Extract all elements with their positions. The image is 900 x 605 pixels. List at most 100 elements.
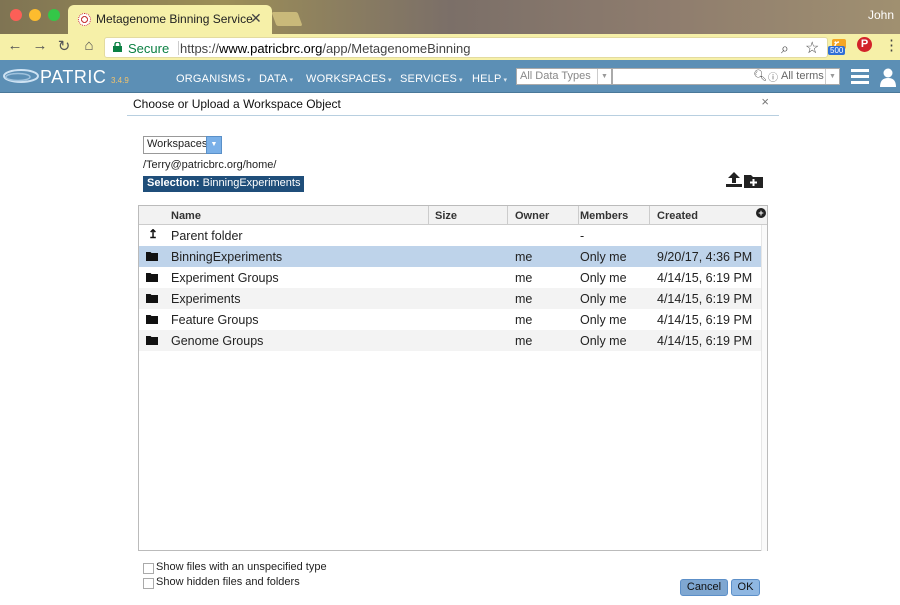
browser-tab[interactable]: Metagenome Binning Service ✕ — [68, 5, 272, 34]
chevron-down-icon: ▾ — [247, 77, 251, 84]
upload-icon[interactable] — [725, 171, 743, 188]
column-divider[interactable] — [578, 206, 579, 225]
nav-organisms[interactable]: ORGANISMS ▾ — [176, 73, 251, 85]
nav-workspaces-label: WORKSPACES — [306, 73, 387, 85]
help-circle-icon[interactable]: ⓘ — [768, 69, 778, 84]
reload-icon[interactable]: ↻ — [55, 37, 73, 55]
browser-menu-icon[interactable]: ⋮ — [884, 36, 899, 54]
nav-services-label: SERVICES — [400, 73, 458, 85]
extension-badge: 500 — [828, 46, 846, 55]
window-minimize-button[interactable] — [29, 9, 41, 21]
site-navbar: PATRIC 3.4.9 ORGANISMS ▾ DATA ▾ WORKSPACES… — [0, 60, 900, 93]
tab-title: Metagenome Binning Service — [96, 12, 253, 26]
workspace-path[interactable]: /Terry@patricbrc.org/home/ — [143, 159, 276, 171]
parent-folder-row[interactable]: ↥ Parent folder - — [139, 225, 761, 246]
search-icon[interactable]: 🔍︎ — [753, 69, 767, 82]
row-name: Parent folder — [171, 229, 243, 243]
row-members: Only me — [580, 292, 627, 306]
user-account-icon[interactable] — [879, 67, 897, 87]
browser-toolbar: ← → ↻ ⌂ Secure https://www.patricbrc.org… — [0, 34, 900, 60]
row-created: 9/20/17, 4:36 PM — [657, 250, 753, 264]
folder-icon — [146, 252, 158, 261]
row-name: Feature Groups — [171, 313, 259, 327]
column-header-size[interactable]: Size — [435, 210, 457, 222]
table-row[interactable]: BinningExperiments me Only me 9/20/17, 4… — [139, 246, 761, 267]
chevron-down-icon[interactable]: ▼ — [825, 69, 839, 84]
chevron-down-icon: ▾ — [289, 77, 294, 84]
window-maximize-button[interactable] — [48, 9, 60, 21]
table-row[interactable]: Feature Groups me Only me 4/14/15, 6:19 … — [139, 309, 761, 330]
new-folder-icon[interactable] — [744, 173, 763, 188]
close-icon[interactable]: × — [761, 94, 769, 109]
row-owner: me — [515, 292, 533, 306]
hidden-files-label[interactable]: Show hidden files and folders — [156, 576, 300, 588]
workspace-object-dialog: Choose or Upload a Workspace Object × Wo… — [127, 93, 779, 605]
chevron-down-icon: ▼ — [597, 69, 611, 84]
column-header-name[interactable]: Name — [171, 210, 201, 222]
back-arrow-icon[interactable]: ← — [6, 37, 24, 54]
site-favicon-icon — [78, 13, 91, 26]
tab-close-icon[interactable]: ✕ — [250, 10, 262, 27]
table-row[interactable]: Genome Groups me Only me 4/14/15, 6:19 P… — [139, 330, 761, 351]
hidden-files-checkbox[interactable] — [143, 578, 154, 589]
nav-data-label: DATA — [259, 73, 288, 85]
global-search-input[interactable]: 🔍︎ ⓘ All terms ▼ — [612, 68, 840, 85]
url-text[interactable]: https://www.patricbrc.org/app/Metagenome… — [180, 41, 471, 56]
site-version: 3.4.9 — [111, 76, 129, 85]
workspace-file-grid: Name Size Owner Members Created + ↥ Pare… — [138, 205, 768, 551]
nav-services[interactable]: SERVICES ▾ — [400, 73, 463, 85]
zoom-icon[interactable]: ⌕ — [781, 40, 789, 57]
nav-workspaces[interactable]: WORKSPACES ▾ — [306, 73, 392, 85]
chevron-down-icon: ▾ — [459, 77, 463, 84]
patric-logo-icon[interactable] — [2, 66, 40, 86]
pinterest-extension-icon[interactable]: P — [857, 37, 872, 52]
selection-value: BinningExperiments — [202, 177, 301, 189]
search-scope-select[interactable]: All terms — [781, 70, 824, 82]
data-type-select[interactable]: All Data Types ▼ — [516, 68, 612, 85]
arrow-up-icon: ↥ — [148, 227, 159, 241]
selection-badge: Selection: BinningExperiments — [143, 176, 305, 192]
column-header-members[interactable]: Members — [580, 210, 628, 222]
home-icon[interactable]: ⌂ — [80, 37, 98, 54]
url-domain: www.patricbrc.org — [219, 41, 323, 56]
column-header-created[interactable]: Created — [657, 210, 698, 222]
column-divider[interactable] — [428, 206, 429, 225]
new-tab-button[interactable] — [271, 12, 303, 26]
add-column-icon[interactable]: + — [756, 208, 766, 218]
omnibox-divider — [178, 41, 179, 55]
address-bar[interactable]: Secure https://www.patricbrc.org/app/Met… — [104, 37, 828, 58]
selection-label: Selection: — [147, 177, 200, 189]
dialog-title: Choose or Upload a Workspace Object — [133, 97, 341, 111]
nav-data[interactable]: DATA ▾ — [259, 73, 293, 85]
table-row[interactable]: Experiments me Only me 4/14/15, 6:19 PM — [139, 288, 761, 309]
row-name: Genome Groups — [171, 334, 264, 348]
row-name: Experiment Groups — [171, 271, 279, 285]
data-type-select-value: All Data Types — [520, 70, 591, 82]
forward-arrow-icon[interactable]: → — [31, 37, 49, 54]
column-header-owner[interactable]: Owner — [515, 210, 549, 222]
row-members: - — [580, 229, 585, 243]
row-members: Only me — [580, 334, 627, 348]
cancel-button[interactable]: Cancel — [680, 579, 728, 596]
browser-profile-name[interactable]: John — [868, 8, 894, 22]
row-created: 4/14/15, 6:19 PM — [657, 292, 753, 306]
column-divider[interactable] — [507, 206, 508, 225]
nav-help[interactable]: HELP ▾ — [472, 73, 507, 85]
table-row[interactable]: Experiment Groups me Only me 4/14/15, 6:… — [139, 267, 761, 288]
unspecified-type-checkbox[interactable] — [143, 563, 154, 574]
ok-button[interactable]: OK — [731, 579, 760, 596]
nav-organisms-label: ORGANISMS — [176, 73, 246, 85]
folder-icon — [146, 315, 158, 324]
grid-scrollbar[interactable] — [761, 225, 767, 551]
url-path: /app/MetagenomeBinning — [322, 41, 471, 56]
column-divider[interactable] — [649, 206, 650, 225]
hamburger-menu-icon[interactable] — [851, 69, 869, 85]
bookmark-star-icon[interactable]: ☆ — [805, 38, 819, 58]
window-close-button[interactable] — [10, 9, 22, 21]
site-logo[interactable]: PATRIC — [40, 67, 106, 88]
source-select[interactable]: Workspaces ▼ — [143, 136, 222, 154]
unspecified-type-label[interactable]: Show files with an unspecified type — [156, 561, 327, 573]
lock-icon — [113, 42, 122, 52]
row-created: 4/14/15, 6:19 PM — [657, 334, 753, 348]
url-scheme: https:// — [180, 41, 220, 56]
